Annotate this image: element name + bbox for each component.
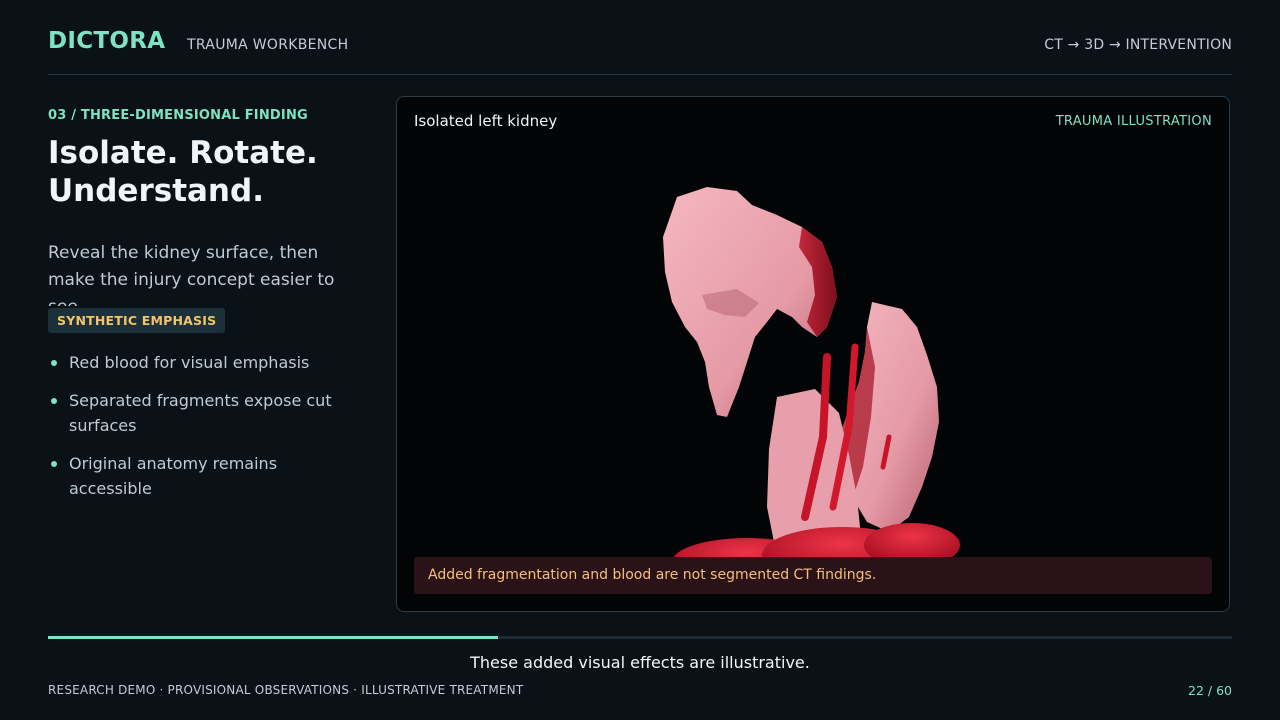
bullet-dot-icon <box>51 360 57 366</box>
caption: These added visual effects are illustrat… <box>470 653 810 672</box>
app-name: TRAUMA WORKBENCH <box>187 37 349 53</box>
kidney-3d-render[interactable] <box>627 177 987 577</box>
bullet-dot-icon <box>51 461 57 467</box>
slide-counter: 22 / 60 <box>1188 683 1232 698</box>
step-label: 03 / THREE-DIMENSIONAL FINDING <box>48 108 308 123</box>
list-item: Original anatomy remains accessible <box>48 451 358 501</box>
brand-logo: DICTORA <box>48 28 166 54</box>
page-title: Isolate. Rotate. Understand. <box>48 134 378 210</box>
title-line-2: Understand. <box>48 173 264 209</box>
bullet-dot-icon <box>51 398 57 404</box>
footer-disclaimer: RESEARCH DEMO · PROVISIONAL OBSERVATIONS… <box>48 683 524 697</box>
viewer-title: Isolated left kidney <box>414 112 558 130</box>
list-item: Red blood for visual emphasis <box>48 350 358 375</box>
lead-paragraph: Reveal the kidney surface, then make the… <box>48 243 335 306</box>
warning-text: Added fragmentation and blood are not se… <box>428 567 877 583</box>
bullet-text: Red blood for visual emphasis <box>69 353 310 372</box>
bullet-text: Original anatomy remains accessible <box>69 454 278 498</box>
pipeline-label: CT → 3D → INTERVENTION <box>1044 37 1232 53</box>
synthetic-emphasis-badge: SYNTHETIC EMPHASIS <box>48 308 226 333</box>
bullet-text: Separated fragments expose cut surfaces <box>69 391 332 435</box>
header-divider <box>48 74 1232 75</box>
progress-fill <box>48 636 498 639</box>
warning-banner: Added fragmentation and blood are not se… <box>414 557 1212 594</box>
trauma-illustration-badge: TRAUMA ILLUSTRATION <box>1055 114 1212 129</box>
bullet-list: Red blood for visual emphasis Separated … <box>48 350 358 514</box>
progress-bar <box>48 636 1232 639</box>
list-item: Separated fragments expose cut surfaces <box>48 388 358 438</box>
3d-viewer-panel[interactable]: Isolated left kidney TRAUMA ILLUSTRATION <box>396 96 1230 612</box>
title-line-1: Isolate. Rotate. <box>48 135 318 171</box>
